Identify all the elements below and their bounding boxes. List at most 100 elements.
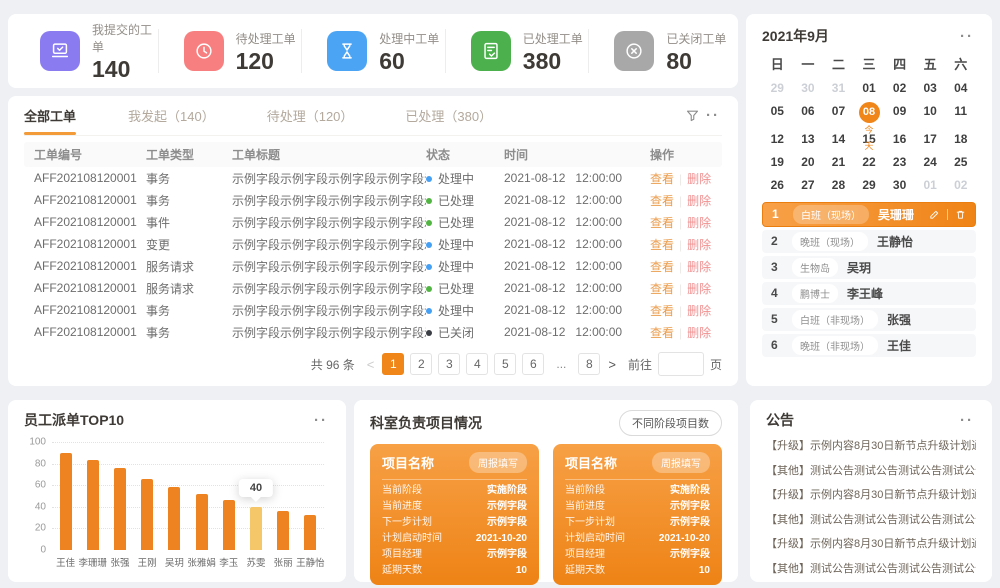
page-button-2[interactable]: 2	[410, 353, 432, 375]
view-link[interactable]: 查看	[650, 194, 674, 208]
page-button-1[interactable]: 1	[382, 353, 404, 375]
pagination-prev-button[interactable]: <	[365, 357, 377, 372]
calendar-day[interactable]: 16	[884, 131, 915, 147]
calendar-day[interactable]: 30	[884, 177, 915, 193]
calendar-day[interactable]: 29	[762, 80, 793, 96]
action-divider	[947, 209, 948, 220]
calendar-day[interactable]: 24	[915, 154, 946, 170]
delete-link[interactable]: 删除	[687, 304, 711, 318]
calendar-day[interactable]: 11	[945, 103, 976, 119]
delete-link[interactable]: 删除	[687, 238, 711, 252]
chart-bar[interactable]	[114, 468, 126, 550]
view-link[interactable]: 查看	[650, 172, 674, 186]
delete-link[interactable]: 删除	[687, 326, 711, 340]
calendar-day[interactable]: 04	[945, 80, 976, 96]
calendar-day[interactable]: 07	[823, 103, 854, 119]
chart-bar[interactable]	[250, 507, 262, 550]
delete-link[interactable]: 删除	[687, 194, 711, 208]
calendar-day[interactable]: 22	[854, 154, 885, 170]
calendar-day[interactable]: 13	[793, 131, 824, 147]
view-link[interactable]: 查看	[650, 326, 674, 340]
calendar-day[interactable]: 12	[762, 131, 793, 147]
shift-item[interactable]: 1白班（现场）吴珊珊	[762, 202, 976, 227]
chart-more-button[interactable]: ··	[312, 413, 330, 428]
tab-0[interactable]: 全部工单	[24, 96, 76, 135]
calendar-day-today[interactable]: 08今天	[854, 103, 885, 123]
edit-icon[interactable]	[929, 209, 940, 220]
page-button-4[interactable]: 4	[466, 353, 488, 375]
view-link[interactable]: 查看	[650, 238, 674, 252]
order-actions-cell: 查看|删除	[650, 236, 712, 253]
announcement-item[interactable]: 【升级】示例内容8月30日新节点升级计划通知	[766, 434, 976, 459]
view-link[interactable]: 查看	[650, 216, 674, 230]
weekly-report-button[interactable]: 周报填写	[469, 452, 527, 473]
calendar-day[interactable]: 27	[793, 177, 824, 193]
view-link[interactable]: 查看	[650, 282, 674, 296]
calendar-day[interactable]: 28	[823, 177, 854, 193]
trash-icon[interactable]	[955, 209, 966, 220]
calendar-day[interactable]: 03	[915, 80, 946, 96]
calendar-day[interactable]: 30	[793, 80, 824, 96]
announcement-item[interactable]: 【升级】示例内容8月30日新节点升级计划通知	[766, 483, 976, 508]
calendar-day[interactable]: 25	[945, 154, 976, 170]
calendar-day[interactable]: 21	[823, 154, 854, 170]
announcement-item[interactable]: 【其他】测试公告测试公告测试公告测试公告测试公告	[766, 557, 976, 582]
project-cards: 项目名称周报填写当前阶段实施阶段当前进度示例字段下一步计划示例字段计划启动时间2…	[370, 444, 722, 585]
calendar-day[interactable]: 05	[762, 103, 793, 119]
calendar-day[interactable]: 29	[854, 177, 885, 193]
calendar-day[interactable]: 10	[915, 103, 946, 119]
order-date: 2021-08-12	[504, 193, 565, 207]
shift-item[interactable]: 4鹏博士李王峰	[762, 282, 976, 305]
shift-item[interactable]: 6晚班（非现场）王佳	[762, 334, 976, 357]
shift-item[interactable]: 3生物岛吴玥	[762, 256, 976, 279]
calendar-day[interactable]: 06	[793, 103, 824, 119]
calendar-more-button[interactable]: ··	[958, 29, 976, 44]
delete-link[interactable]: 删除	[687, 172, 711, 186]
weekly-report-button[interactable]: 周报填写	[652, 452, 710, 473]
page-button-8[interactable]: 8	[578, 353, 600, 375]
delete-link[interactable]: 删除	[687, 260, 711, 274]
view-link[interactable]: 查看	[650, 260, 674, 274]
announcement-item[interactable]: 【其他】测试公告测试公告测试公告测试公告测试公告	[766, 508, 976, 533]
view-link[interactable]: 查看	[650, 304, 674, 318]
delete-link[interactable]: 删除	[687, 282, 711, 296]
calendar-day[interactable]: 18	[945, 131, 976, 147]
calendar-day[interactable]: 23	[884, 154, 915, 170]
page-button-6[interactable]: 6	[522, 353, 544, 375]
announcement-item[interactable]: 【其他】测试公告测试公告测试公告测试公告测试公告	[766, 459, 976, 484]
workorders-more-button[interactable]: ··	[704, 108, 722, 123]
calendar-day[interactable]: 14	[823, 131, 854, 147]
calendar-day[interactable]: 01	[854, 80, 885, 96]
filter-button[interactable]	[681, 106, 704, 125]
tab-3[interactable]: 已处理（380）	[405, 96, 492, 135]
page-button-3[interactable]: 3	[438, 353, 460, 375]
shift-item[interactable]: 5白班（非现场）张强	[762, 308, 976, 331]
calendar-day[interactable]: 01	[915, 177, 946, 193]
chart-bar[interactable]	[304, 515, 316, 550]
goto-page-input[interactable]	[658, 352, 704, 376]
chart-bar[interactable]	[223, 500, 235, 550]
tab-2[interactable]: 待处理（120）	[267, 96, 354, 135]
chart-bar[interactable]	[277, 511, 289, 550]
calendar-day[interactable]: 02	[945, 177, 976, 193]
calendar-day[interactable]: 09	[884, 103, 915, 119]
chart-bar[interactable]	[60, 453, 72, 550]
calendar-day[interactable]: 19	[762, 154, 793, 170]
stage-count-button[interactable]: 不同阶段项目数	[619, 410, 722, 436]
calendar-day[interactable]: 20	[793, 154, 824, 170]
announcements-more-button[interactable]: ··	[958, 413, 976, 428]
announcement-item[interactable]: 【升级】示例内容8月30日新节点升级计划通知	[766, 532, 976, 557]
calendar-day[interactable]: 17	[915, 131, 946, 147]
tab-1[interactable]: 我发起（140）	[128, 96, 215, 135]
calendar-day[interactable]: 26	[762, 177, 793, 193]
shift-item[interactable]: 2晚班（现场）王静怡	[762, 230, 976, 253]
page-button-5[interactable]: 5	[494, 353, 516, 375]
pagination-next-button[interactable]: >	[606, 357, 618, 372]
calendar-day[interactable]: 31	[823, 80, 854, 96]
chart-bar[interactable]	[196, 494, 208, 550]
chart-bar[interactable]	[87, 460, 99, 550]
calendar-day[interactable]: 02	[884, 80, 915, 96]
chart-bar[interactable]	[168, 487, 180, 550]
delete-link[interactable]: 删除	[687, 216, 711, 230]
chart-bar[interactable]	[141, 479, 153, 550]
